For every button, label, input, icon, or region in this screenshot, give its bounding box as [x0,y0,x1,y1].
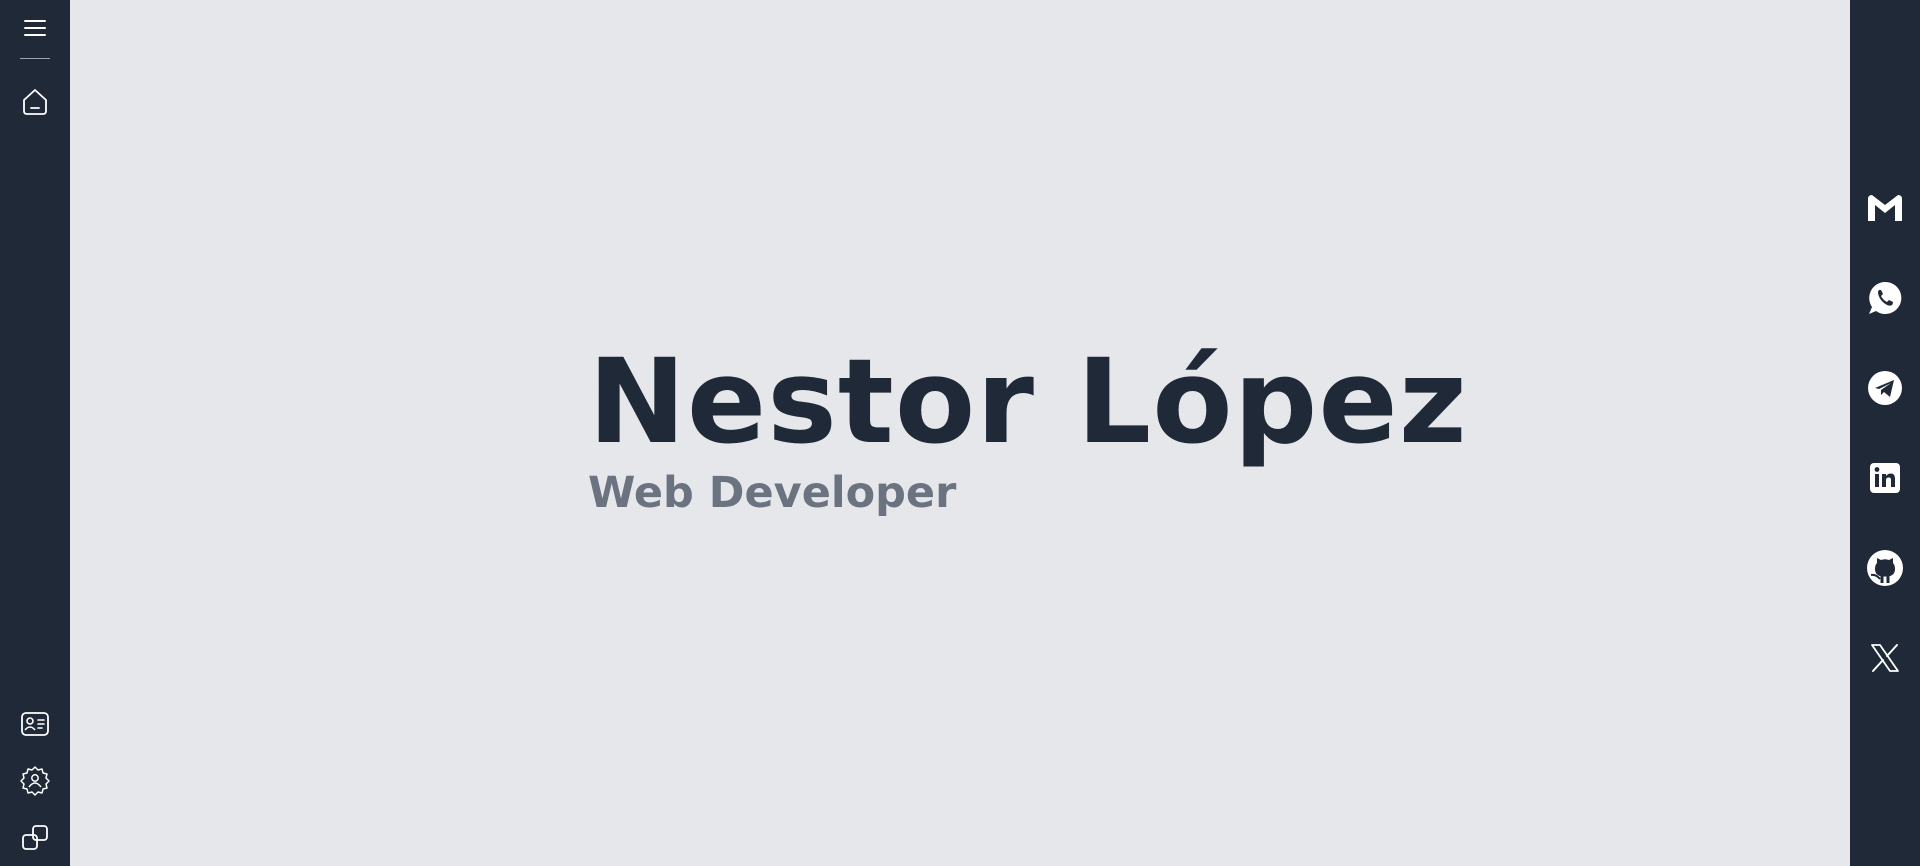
hero-name: Nestor López [588,333,1468,470]
menu-button[interactable] [17,12,53,44]
gmail-icon [1868,195,1902,221]
sidebar-divider [20,58,50,59]
whatsapp-link[interactable] [1865,278,1905,318]
linkedin-icon [1870,463,1900,493]
left-sidebar [0,0,70,866]
gmail-link[interactable] [1865,188,1905,228]
menu-icon [24,20,46,36]
github-link[interactable] [1865,548,1905,588]
skills-button[interactable] [17,763,53,799]
x-icon [1871,644,1899,672]
about-button[interactable] [17,706,53,742]
home-icon [23,89,47,115]
linkedin-link[interactable] [1865,458,1905,498]
contact-card-icon [21,712,49,736]
github-icon [1867,550,1903,586]
x-twitter-link[interactable] [1865,638,1905,678]
social-sidebar [1850,0,1920,866]
home-button[interactable] [17,84,53,120]
projects-icon [22,825,48,850]
projects-button[interactable] [17,820,53,856]
telegram-link[interactable] [1865,368,1905,408]
whatsapp-icon [1869,281,1902,314]
hero-role: Web Developer [588,468,957,518]
telegram-icon [1868,371,1902,405]
settings-user-icon [20,766,50,796]
